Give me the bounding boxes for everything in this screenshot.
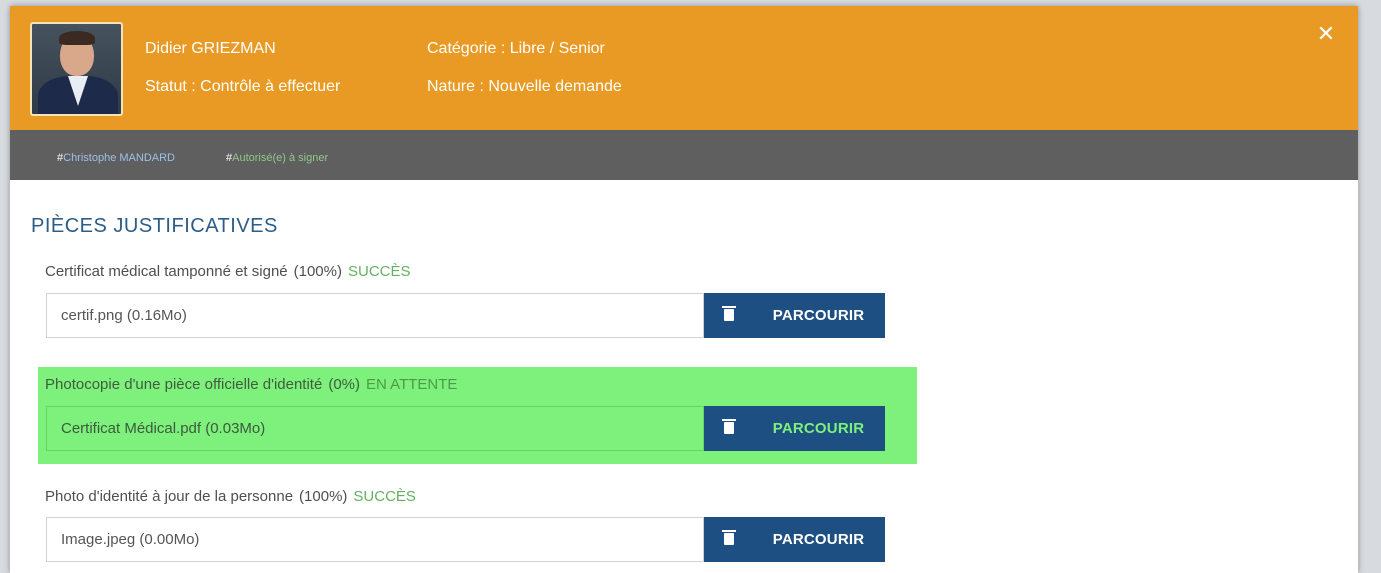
- tag-autorise-a-signer[interactable]: #Autorisé(e) à signer: [226, 152, 328, 164]
- browse-button[interactable]: PARCOURIR: [752, 406, 885, 451]
- document-label: Certificat médical tamponné et signé (100…: [45, 263, 411, 280]
- file-field[interactable]: Certificat Médical.pdf (0.03Mo): [46, 406, 704, 451]
- trash-icon: [722, 530, 736, 545]
- delete-file-button[interactable]: [704, 406, 752, 451]
- trash-icon: [722, 306, 736, 321]
- status-text: Statut : Contrôle à effectuer: [145, 78, 341, 95]
- close-icon[interactable]: ✕: [1316, 23, 1336, 45]
- browse-button[interactable]: PARCOURIR: [752, 293, 885, 338]
- file-field[interactable]: certif.png (0.16Mo): [46, 293, 704, 338]
- delete-file-button[interactable]: [704, 517, 752, 562]
- avatar: [30, 22, 123, 116]
- document-label: Photocopie d'une pièce officielle d'iden…: [45, 376, 458, 393]
- tag-christophe-mandard[interactable]: #Christophe MANDARD: [57, 152, 175, 164]
- delete-file-button[interactable]: [704, 293, 752, 338]
- trash-icon: [722, 419, 736, 434]
- status-badge: SUCCÈS: [353, 488, 416, 505]
- category-text: Catégorie : Libre / Senior: [427, 40, 605, 57]
- section-title: PIÈCES JUSTIFICATIVES: [31, 215, 278, 237]
- status-badge: SUCCÈS: [347, 263, 411, 280]
- person-name: Didier GRIEZMAN: [145, 40, 276, 57]
- tag-bar: [10, 130, 1358, 180]
- file-field[interactable]: Image.jpeg (0.00Mo): [46, 517, 704, 562]
- status-badge: EN ATTENTE: [366, 376, 458, 393]
- request-detail-panel: Didier GRIEZMAN Statut : Contrôle à effe…: [10, 6, 1358, 573]
- browse-button[interactable]: PARCOURIR: [752, 517, 885, 562]
- nature-text: Nature : Nouvelle demande: [427, 78, 622, 95]
- document-label: Photo d'identité à jour de la personne (1…: [45, 488, 416, 505]
- request-header: Didier GRIEZMAN Statut : Contrôle à effe…: [10, 6, 1358, 130]
